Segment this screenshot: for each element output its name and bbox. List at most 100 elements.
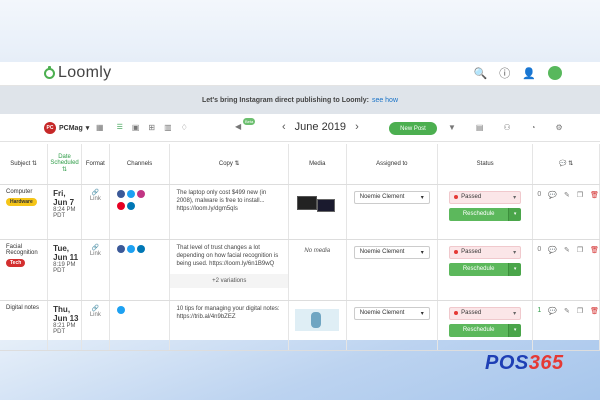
toolbar: PC PCMag ▾ ▦ ☰ ▣ ⊞ ▥ ♢ ◀ Beta ‹ June 2019 … — [0, 114, 600, 142]
comment-count: 1 — [537, 307, 542, 314]
assignee-select[interactable]: Noemie Clement ▾ — [353, 245, 430, 259]
edit-icon[interactable]: ✎ — [564, 307, 570, 315]
delete-icon[interactable]: 🗑 — [590, 191, 599, 199]
calendar-logo-icon: PC — [44, 122, 56, 134]
status-select[interactable]: Passed ▾ — [449, 306, 522, 320]
table-row[interactable]: Computer Hardware Fri, Jun 7 8:24 PM PDT 🔗 L… — [0, 184, 600, 240]
list-view-icon[interactable]: ☰ — [113, 123, 123, 132]
loomly-logo-icon — [44, 65, 55, 79]
duplicate-icon[interactable]: ❐ — [577, 307, 583, 315]
facebook-icon — [116, 244, 125, 253]
column-header-format: Format — [81, 144, 110, 185]
grid-view-icon[interactable]: ⊞ — [148, 123, 155, 132]
beta-badge: Beta — [243, 118, 256, 125]
scheduled-day: Tue, Jun 11 — [53, 243, 79, 262]
media-thumbnail[interactable] — [295, 193, 339, 215]
format-label: Link — [89, 250, 101, 257]
delete-icon[interactable]: 🗑 — [590, 246, 599, 254]
column-header-channels: Channels — [109, 144, 171, 185]
status-select[interactable]: Passed ▾ — [449, 245, 522, 259]
column-header-comments[interactable]: 💬 ⇅ — [532, 144, 600, 185]
announcement-icon[interactable]: ◀ Beta — [235, 118, 256, 131]
comment-icon[interactable]: 💬 — [548, 191, 557, 199]
announcement-banner: Let's bring Instagram direct publishing … — [0, 86, 600, 114]
media-thumbnail[interactable] — [295, 308, 340, 331]
no-media-text: No media — [288, 239, 347, 301]
reschedule-button[interactable]: Reschedule ▾ — [449, 323, 522, 337]
background-top — [0, 0, 600, 62]
new-post-button[interactable]: New Post — [389, 122, 437, 135]
status-select[interactable]: Passed ▾ — [449, 190, 522, 204]
analytics-icon[interactable]: ▥ — [164, 123, 172, 132]
ideas-icon[interactable]: ♢ — [181, 123, 188, 132]
instagram-icon — [136, 189, 145, 198]
comment-count: 0 — [537, 191, 542, 198]
table-row[interactable]: Digital notes Thu, Jun 13 8:21 PM PDT 🔗 Lin… — [0, 300, 600, 351]
facebook-icon — [116, 189, 125, 198]
delete-icon[interactable]: 🗑 — [590, 307, 599, 315]
subject-text: Computer — [6, 188, 33, 195]
twitter-icon — [126, 189, 135, 198]
assignee-select[interactable]: Noemie Clement ▾ — [353, 306, 430, 320]
timezone: PDT — [53, 328, 66, 335]
app-name: Loomly — [58, 64, 112, 81]
tag-badge: Hardware — [6, 197, 37, 206]
calendar-name: PCMag — [59, 124, 83, 132]
linkedin-icon — [126, 201, 135, 210]
twitter-icon — [126, 244, 135, 253]
users-icon[interactable]: ⚇ — [503, 123, 510, 132]
library-icon[interactable]: ▤ — [476, 123, 484, 132]
reschedule-button[interactable]: Reschedule ▾ — [449, 262, 522, 276]
reschedule-button[interactable]: Reschedule ▾ — [449, 207, 522, 221]
new-post-label: New Post — [400, 125, 426, 132]
calendar-selector[interactable]: PC PCMag ▾ — [44, 122, 89, 134]
subject-text: Facial Recognition — [6, 243, 38, 256]
link-icon: 🔗 — [91, 244, 100, 251]
twitter-icon — [116, 305, 125, 314]
add-user-icon[interactable]: 👤 — [522, 67, 536, 80]
copy-text[interactable]: The laptop only cost $499 new (in 2008),… — [169, 184, 289, 240]
column-header-subject[interactable]: Subject ⇅ — [0, 144, 49, 185]
pos365-watermark: POS365 — [485, 352, 564, 374]
link-icon: 🔗 — [91, 189, 100, 196]
calendar-view-icon[interactable]: ▦ — [96, 123, 104, 132]
edit-icon[interactable]: ✎ — [564, 191, 570, 199]
table-row[interactable]: Facial Recognition Tech Tue, Jun 11 8:19 P… — [0, 239, 600, 301]
next-month-arrow[interactable]: › — [355, 121, 359, 133]
history-icon[interactable]: ◔ — [531, 123, 536, 132]
help-icon[interactable]: ⓘ — [499, 65, 510, 81]
scheduled-day: Thu, Jun 13 — [53, 304, 79, 323]
assignee-select[interactable]: Noemie Clement ▾ — [353, 190, 430, 204]
app-logo[interactable]: Loomly — [44, 64, 111, 82]
top-bar: Loomly 🔍 ⓘ 👤 — [0, 62, 600, 86]
column-header-assigned: Assigned to — [346, 144, 439, 185]
duplicate-icon[interactable]: ❐ — [577, 191, 583, 199]
copy-text[interactable]: That level of trust changes a lot depend… — [176, 244, 284, 268]
edit-icon[interactable]: ✎ — [564, 246, 570, 254]
prev-month-arrow[interactable]: ‹ — [282, 121, 286, 133]
pinterest-icon — [116, 201, 125, 210]
tag-badge: Tech — [6, 258, 26, 267]
see-how-link[interactable]: see how — [372, 97, 398, 104]
column-header-copy[interactable]: Copy ⇅ — [169, 144, 289, 185]
comment-icon[interactable]: 💬 — [548, 246, 557, 254]
comment-icon[interactable]: 💬 — [548, 307, 557, 315]
link-icon: 🔗 — [91, 305, 100, 312]
variations-link[interactable]: +2 variations — [170, 273, 288, 288]
column-header-media: Media — [288, 144, 347, 185]
copy-text[interactable]: 10 tips for managing your digital notes:… — [169, 300, 289, 351]
banner-text: Let's bring Instagram direct publishing … — [201, 96, 369, 104]
media-view-icon[interactable]: ▣ — [132, 123, 140, 132]
current-month: June 2019 — [294, 121, 347, 133]
linkedin-icon — [136, 244, 145, 253]
column-header-date[interactable]: Date Scheduled ⇅ — [47, 144, 82, 185]
avatar[interactable] — [548, 66, 562, 80]
duplicate-icon[interactable]: ❐ — [577, 246, 583, 254]
filter-icon[interactable]: ▼ — [448, 123, 456, 132]
chevron-down-icon: ▾ — [85, 125, 90, 132]
posts-table: Subject ⇅ Date Scheduled ⇅ Format Channel… — [0, 144, 600, 351]
settings-icon[interactable]: ⚙ — [556, 123, 563, 132]
month-navigator: ‹ June 2019 › — [282, 121, 359, 133]
timezone: PDT — [53, 267, 66, 274]
search-icon[interactable]: 🔍 — [474, 67, 488, 80]
